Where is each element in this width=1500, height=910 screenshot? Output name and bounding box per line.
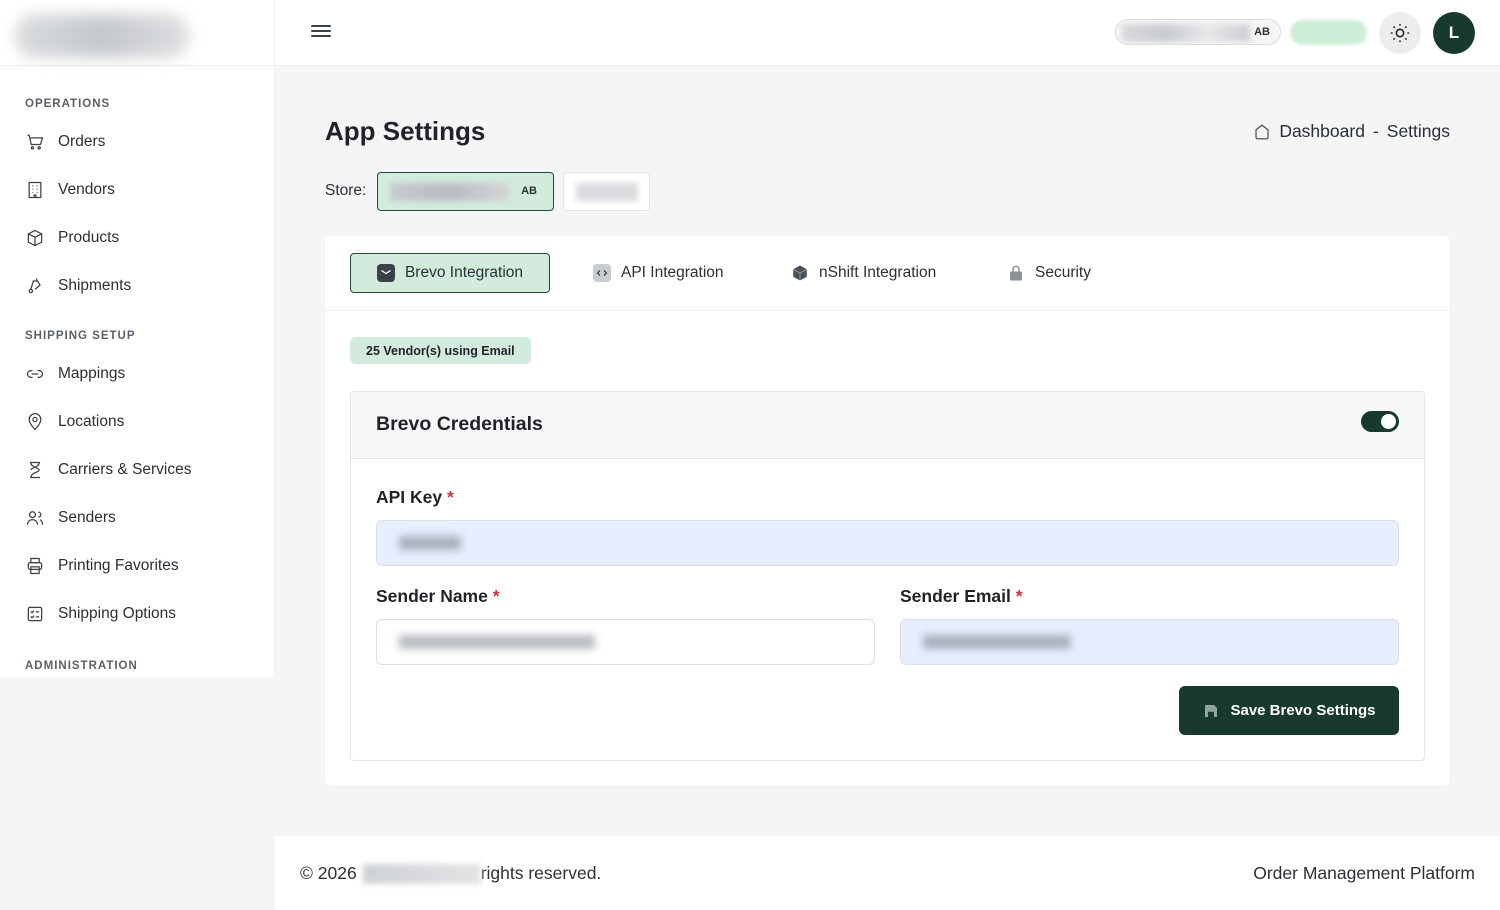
vendor-count-badge: 25 Vendor(s) using Email xyxy=(350,337,531,364)
section-title-shipping-setup: SHIPPING SETUP xyxy=(25,330,136,342)
api-key-label: API Key * xyxy=(376,487,454,508)
sender-email-label-text: Sender Email xyxy=(900,586,1011,606)
copyright-prefix: © 2026 xyxy=(300,863,357,883)
cart-icon xyxy=(24,131,46,153)
lock-icon xyxy=(1007,264,1025,282)
sidebar-item-shipments[interactable]: Shipments xyxy=(0,262,274,310)
link-icon xyxy=(24,363,46,385)
page-title: App Settings xyxy=(325,116,486,146)
breadcrumb-separator: - xyxy=(1372,121,1379,141)
sidebar-item-shipping-options[interactable]: Shipping Options xyxy=(0,590,274,638)
api-key-label-text: API Key xyxy=(376,487,443,507)
building-icon xyxy=(24,179,46,201)
store-option[interactable] xyxy=(563,172,650,211)
avatar[interactable]: L xyxy=(1433,12,1475,54)
users-icon xyxy=(24,507,46,529)
sender-name-input[interactable] xyxy=(376,619,875,665)
top-header: AB L xyxy=(275,0,1500,66)
required-mark: * xyxy=(447,487,454,507)
tab-nshift-integration[interactable]: nShift Integration xyxy=(791,253,936,293)
box-icon xyxy=(24,227,46,249)
breadcrumb: Dashboard - Settings xyxy=(1253,121,1450,142)
panel-header: Brevo Credentials xyxy=(351,392,1424,459)
printer-icon xyxy=(24,555,46,577)
brand-logo[interactable] xyxy=(0,0,274,66)
tab-security[interactable]: Security xyxy=(1007,253,1091,293)
store-option-active[interactable]: AB xyxy=(377,172,554,211)
panel-title: Brevo Credentials xyxy=(376,413,543,435)
code-icon xyxy=(593,264,611,282)
hourglass-icon xyxy=(24,459,46,481)
sidebar-item-mappings[interactable]: Mappings xyxy=(0,350,274,398)
tab-label: Brevo Integration xyxy=(404,264,524,281)
breadcrumb-dashboard[interactable]: Dashboard xyxy=(1279,121,1365,142)
home-icon xyxy=(1255,124,1269,139)
sender-name-label-text: Sender Name xyxy=(376,586,488,606)
menu-toggle-icon[interactable] xyxy=(311,22,331,42)
api-key-input[interactable] xyxy=(376,520,1399,566)
sidebar-item-senders[interactable]: Senders xyxy=(0,494,274,542)
mail-icon xyxy=(376,264,395,282)
map-pin-icon xyxy=(24,411,46,433)
section-title-operations: OPERATIONS xyxy=(25,98,111,110)
delivery-icon xyxy=(24,275,46,297)
store-code: AB xyxy=(1254,26,1270,38)
sidebar-item-label: Products xyxy=(58,229,120,246)
sidebar-item-label: Carriers & Services xyxy=(58,461,192,478)
sidebar-item-vendors[interactable]: Vendors xyxy=(0,166,274,214)
section-title-administration: ADMINISTRATION xyxy=(25,660,138,672)
sidebar: OPERATIONS Orders Vendors Products Shipm… xyxy=(0,0,275,677)
sidebar-item-label: Vendors xyxy=(58,181,115,198)
sidebar-item-printing-favorites[interactable]: Printing Favorites xyxy=(0,542,274,590)
required-mark: * xyxy=(1015,586,1023,606)
settings-card: Brevo Integration API Integration nShift… xyxy=(325,236,1450,786)
save-button-label: Save Brevo Settings xyxy=(1230,702,1376,719)
sender-email-input[interactable] xyxy=(900,619,1399,665)
cube-icon xyxy=(791,264,809,282)
sidebar-item-label: Mappings xyxy=(58,365,126,382)
theme-toggle-button[interactable] xyxy=(1379,12,1421,54)
checklist-icon xyxy=(24,603,46,625)
tab-brevo-integration[interactable]: Brevo Integration xyxy=(350,253,550,293)
brevo-enabled-toggle[interactable] xyxy=(1361,411,1399,432)
sidebar-item-products[interactable]: Products xyxy=(0,214,274,262)
store-label: Store: xyxy=(325,182,367,199)
sidebar-item-label: Orders xyxy=(58,133,106,150)
brevo-credentials-panel: Brevo Credentials API Key * Sender Name … xyxy=(350,391,1425,761)
sidebar-item-label: Shipping Options xyxy=(58,605,177,622)
sidebar-item-label: Locations xyxy=(58,413,125,430)
sender-name-label: Sender Name * xyxy=(376,586,500,607)
breadcrumb-current: Settings xyxy=(1386,121,1450,141)
save-icon xyxy=(1205,704,1218,717)
status-pill xyxy=(1290,20,1367,45)
sidebar-item-label: Senders xyxy=(58,509,116,526)
save-brevo-settings-button[interactable]: Save Brevo Settings xyxy=(1179,686,1399,735)
tab-label: Security xyxy=(1035,264,1091,281)
tabs: Brevo Integration API Integration nShift… xyxy=(325,236,1450,311)
sidebar-item-carriers-services[interactable]: Carriers & Services xyxy=(0,446,274,494)
platform-name: Order Management Platform xyxy=(1253,863,1475,883)
store-option-code: AB xyxy=(521,185,537,197)
required-mark: * xyxy=(492,586,500,606)
tab-api-integration[interactable]: API Integration xyxy=(593,253,724,293)
tab-label: API Integration xyxy=(621,264,724,281)
footer: © 2026 rights reserved. Order Management… xyxy=(275,836,1500,910)
tab-label: nShift Integration xyxy=(819,264,937,281)
copyright-suffix: rights reserved. xyxy=(480,863,602,883)
sidebar-item-orders[interactable]: Orders xyxy=(0,118,274,166)
sidebar-item-locations[interactable]: Locations xyxy=(0,398,274,446)
sidebar-item-label: Shipments xyxy=(58,277,132,294)
store-selector-pill[interactable]: AB xyxy=(1115,19,1281,45)
sender-email-label: Sender Email * xyxy=(900,586,1023,607)
sidebar-item-label: Printing Favorites xyxy=(58,557,179,574)
copyright: © 2026 rights reserved. xyxy=(300,863,601,884)
sun-icon xyxy=(1390,23,1410,43)
